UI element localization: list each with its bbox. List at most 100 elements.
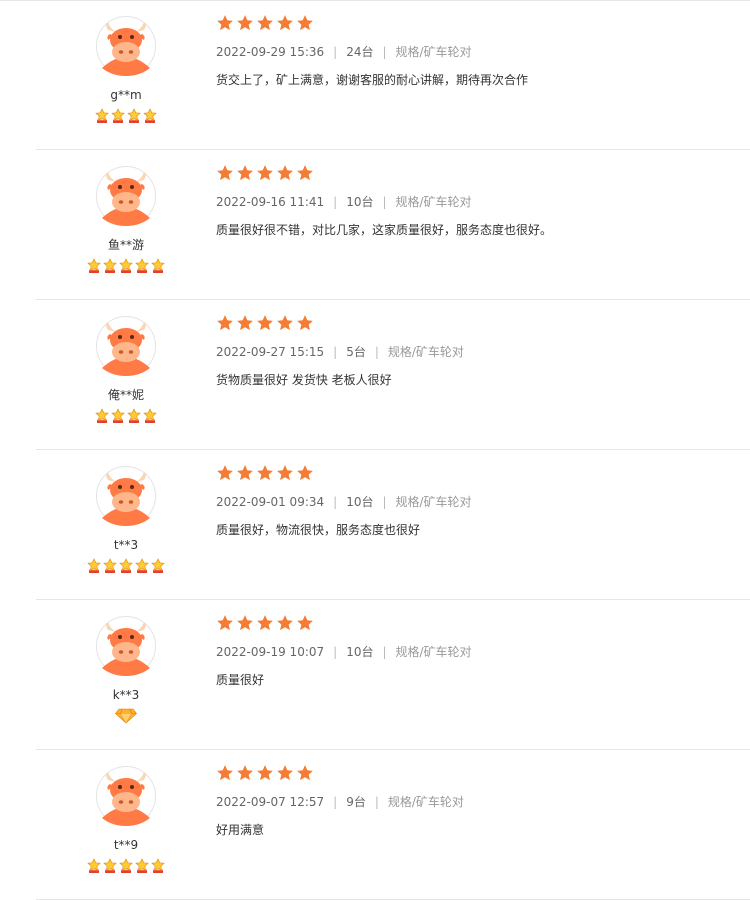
user-name: t**3	[113, 538, 139, 552]
star-icon	[256, 464, 274, 482]
crown-badge-icon	[102, 558, 118, 574]
meta-separator: |	[333, 645, 338, 659]
review-date: 2022-09-29 15:36	[216, 45, 325, 59]
cow-avatar-icon	[96, 166, 156, 226]
review-content: 质量很好，物流很快，服务态度也很好	[216, 523, 421, 537]
avatar	[96, 616, 156, 676]
meta-separator: |	[382, 45, 387, 59]
crown-badge-icon	[86, 558, 102, 574]
review-spec: 规格/矿车轮对	[387, 345, 464, 359]
star-icon	[236, 764, 254, 782]
crown-badge-icon	[110, 108, 126, 124]
review-item: 鱼**游 2022-09-16 11:41 | 10台 | 规格/矿车轮对 质量很好很不…	[0, 150, 750, 300]
review-item: 俺**妮 2022-09-27 15:15 | 5台 | 规格/矿车轮对 货物质量很好 …	[0, 300, 750, 450]
review-content: 质量很好	[216, 673, 265, 687]
star-icon	[236, 614, 254, 632]
star-icon	[276, 764, 294, 782]
crown-badge-icon	[150, 558, 166, 574]
star-icon	[216, 314, 234, 332]
review-spec: 规格/矿车轮对	[395, 195, 472, 209]
avatar	[96, 466, 156, 526]
star-icon	[236, 314, 254, 332]
crown-badge-icon	[118, 558, 134, 574]
star-icon	[296, 614, 314, 632]
rating-stars	[216, 314, 314, 332]
star-icon	[216, 464, 234, 482]
meta-separator: |	[382, 645, 387, 659]
user-name: g**m	[110, 88, 142, 102]
user-level-badges	[76, 258, 176, 274]
cow-avatar-icon	[96, 16, 156, 76]
review-spec: 规格/矿车轮对	[395, 645, 472, 659]
review-item: g**m 2022-09-29 15:36 | 24台 | 规格/矿车轮对 货交上了，矿…	[0, 0, 750, 150]
star-icon	[216, 764, 234, 782]
star-icon	[236, 14, 254, 32]
review-date: 2022-09-19 10:07	[216, 645, 325, 659]
star-icon	[256, 14, 274, 32]
rating-stars	[216, 614, 314, 632]
star-icon	[236, 464, 254, 482]
user-name: 鱼**游	[107, 238, 144, 252]
crown-badge-icon	[142, 408, 158, 424]
star-icon	[216, 614, 234, 632]
rating-stars	[216, 164, 314, 182]
star-icon	[236, 164, 254, 182]
star-icon	[276, 14, 294, 32]
review-list: g**m 2022-09-29 15:36 | 24台 | 规格/矿车轮对 货交上了，矿…	[0, 0, 750, 900]
cow-avatar-icon	[96, 466, 156, 526]
review-spec: 规格/矿车轮对	[387, 795, 464, 809]
crown-badge-icon	[102, 858, 118, 874]
crown-badge-icon	[142, 108, 158, 124]
crown-badge-icon	[134, 858, 150, 874]
user-name: k**3	[112, 688, 140, 702]
crown-badge-icon	[134, 558, 150, 574]
meta-separator: |	[333, 345, 338, 359]
rating-stars	[216, 464, 314, 482]
avatar	[96, 766, 156, 826]
review-meta: 2022-09-29 15:36 | 24台 | 规格/矿车轮对	[216, 44, 472, 60]
user-level-badges	[76, 708, 176, 724]
review-quantity: 9台	[346, 795, 366, 809]
avatar	[96, 316, 156, 376]
crown-badge-icon	[126, 108, 142, 124]
star-icon	[216, 164, 234, 182]
crown-badge-icon	[86, 858, 102, 874]
rating-stars	[216, 764, 314, 782]
star-icon	[296, 314, 314, 332]
review-item: t**3 2022-09-01 09:34 | 10台 | 规格/矿车轮对 质量很好，物…	[0, 450, 750, 600]
star-icon	[256, 764, 274, 782]
review-meta: 2022-09-27 15:15 | 5台 | 规格/矿车轮对	[216, 344, 464, 360]
review-quantity: 5台	[346, 345, 366, 359]
crown-badge-icon	[94, 408, 110, 424]
star-icon	[296, 764, 314, 782]
review-quantity: 24台	[346, 45, 374, 59]
meta-separator: |	[333, 495, 338, 509]
review-meta: 2022-09-07 12:57 | 9台 | 规格/矿车轮对	[216, 794, 464, 810]
user-level-badges	[76, 408, 176, 424]
star-icon	[276, 314, 294, 332]
crown-badge-icon	[110, 408, 126, 424]
star-icon	[296, 464, 314, 482]
crown-badge-icon	[118, 258, 134, 274]
review-date: 2022-09-07 12:57	[216, 795, 325, 809]
avatar	[96, 166, 156, 226]
avatar	[96, 16, 156, 76]
star-icon	[216, 14, 234, 32]
review-meta: 2022-09-19 10:07 | 10台 | 规格/矿车轮对	[216, 644, 472, 660]
review-date: 2022-09-16 11:41	[216, 195, 325, 209]
star-icon	[276, 614, 294, 632]
user-level-badges	[76, 108, 176, 124]
review-content: 好用满意	[216, 823, 265, 837]
star-icon	[296, 164, 314, 182]
review-meta: 2022-09-01 09:34 | 10台 | 规格/矿车轮对	[216, 494, 472, 510]
meta-separator: |	[333, 45, 338, 59]
star-icon	[256, 614, 274, 632]
star-icon	[276, 164, 294, 182]
cow-avatar-icon	[96, 316, 156, 376]
review-quantity: 10台	[346, 495, 374, 509]
crown-badge-icon	[86, 258, 102, 274]
crown-badge-icon	[134, 258, 150, 274]
star-icon	[276, 464, 294, 482]
review-content: 货物质量很好 发货快 老板人很好	[216, 373, 392, 387]
review-content: 质量很好很不错，对比几家，这家质量很好，服务态度也很好。	[216, 223, 553, 237]
